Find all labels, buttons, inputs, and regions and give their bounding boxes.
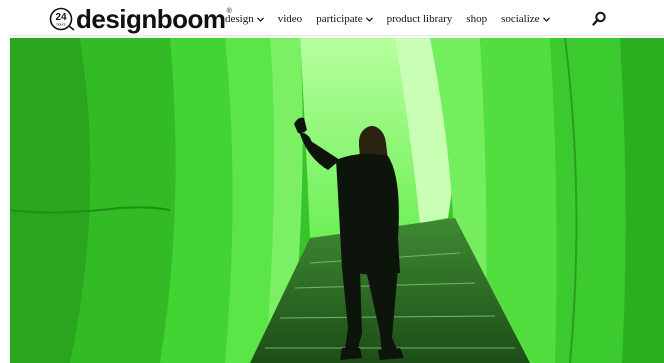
site-logo[interactable]: 24 hours designboom ®	[49, 6, 232, 32]
nav-item-design[interactable]: design	[225, 13, 264, 25]
nav-item-label: shop	[466, 13, 488, 25]
chevron-down-icon	[256, 16, 264, 22]
site-header: 24 hours designboom ® design video parti…	[0, 0, 664, 38]
logo-wordmark: designboom	[76, 4, 226, 34]
nav-item-label: design	[225, 13, 254, 25]
hero-image[interactable]	[10, 38, 664, 363]
nav-item-participate[interactable]: participate	[316, 13, 373, 25]
nav-item-socialize[interactable]: socialize	[501, 13, 550, 25]
svg-text:24: 24	[55, 12, 67, 23]
nav-item-label: video	[277, 13, 303, 25]
green-inflatable-installation-photo	[10, 38, 664, 363]
svg-text:hours: hours	[57, 23, 66, 27]
search-icon[interactable]	[592, 11, 607, 26]
24-hours-badge-icon: 24 hours	[49, 7, 75, 31]
chevron-down-icon	[542, 16, 550, 22]
nav-item-label: participate	[316, 13, 363, 25]
main-nav: design video participate product library…	[225, 0, 564, 38]
nav-item-label: product library	[386, 13, 453, 25]
chevron-down-icon	[365, 16, 373, 22]
nav-item-shop[interactable]: shop	[466, 13, 487, 25]
nav-item-video[interactable]: video	[278, 13, 302, 25]
nav-item-product-library[interactable]: product library	[387, 13, 453, 25]
header-divider	[10, 35, 664, 36]
nav-item-label: socialize	[501, 13, 540, 25]
